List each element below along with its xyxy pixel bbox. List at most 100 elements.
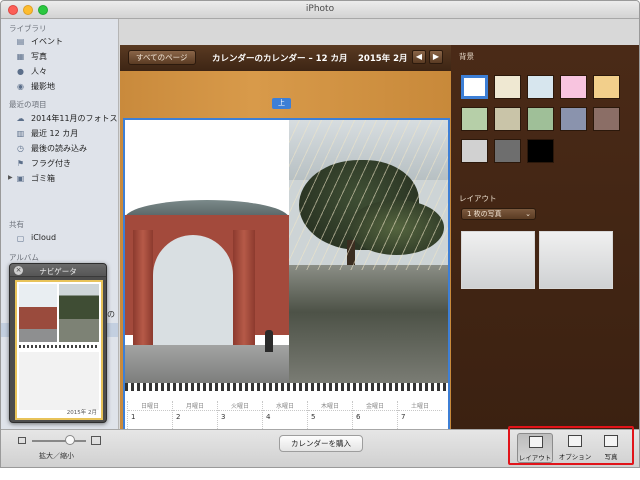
day-cell[interactable]: 火曜日 3	[217, 401, 262, 429]
layout-label: レイアウト	[459, 194, 497, 203]
day-number: 6	[356, 413, 361, 421]
buy-calendar-button[interactable]: カレンダーを購入	[279, 435, 363, 452]
sidebar-item-label: フラグ付き	[31, 159, 71, 168]
sidebar-item-label: ゴミ箱	[31, 174, 55, 183]
sidebar-item-photos[interactable]: ▦ 写真	[1, 49, 118, 63]
icloud-icon: ▢	[16, 233, 25, 243]
day-number: 7	[401, 413, 406, 421]
day-name: 木曜日	[308, 401, 352, 411]
day-cell[interactable]: 金曜日 6	[352, 401, 397, 429]
import-icon: ◷	[17, 143, 24, 153]
sidebar-item-last-12-months[interactable]: ▥ 最近 12 カ月	[1, 126, 118, 140]
zoom-slider-knob[interactable]	[65, 435, 75, 445]
sidebar-item-flagged[interactable]: ⚑ フラグ付き	[1, 156, 118, 170]
background-swatch[interactable]	[527, 75, 554, 99]
sidebar-item-trash[interactable]: ▶ ▣ ゴミ箱	[1, 171, 118, 185]
day-cell[interactable]: 日曜日 1	[127, 401, 172, 429]
chevron-down-icon: ⌄	[525, 210, 531, 218]
navigator-grid	[19, 352, 99, 410]
calendar-binding	[125, 383, 448, 391]
day-cell[interactable]: 水曜日 4	[262, 401, 307, 429]
day-cell[interactable]: 土曜日 7	[397, 401, 442, 429]
background-swatch[interactable]	[560, 107, 587, 131]
day-name: 日曜日	[128, 401, 172, 411]
day-cell[interactable]: 木曜日 5	[307, 401, 352, 429]
events-icon: ▤	[16, 36, 25, 46]
photo-sky	[125, 120, 289, 210]
background-swatch[interactable]	[461, 107, 488, 131]
background-swatch[interactable]	[527, 139, 554, 163]
layout-thumb-2[interactable]	[539, 231, 613, 289]
photo-station-gate[interactable]	[125, 120, 289, 383]
sidebar-item-label: 2014年11月のフォトス…	[31, 114, 119, 123]
layout-select[interactable]: 1 枚の写真 ⌄	[461, 208, 536, 220]
page-position-tag: 上	[272, 98, 291, 109]
background-swatch[interactable]	[494, 75, 521, 99]
disclosure-triangle-icon[interactable]: ▶	[8, 174, 13, 181]
flag-icon: ⚑	[16, 158, 25, 168]
window-title: iPhoto	[305, 4, 335, 14]
shared-header: 共有	[9, 220, 24, 229]
photo-gate-arch	[153, 235, 233, 345]
sidebar-item-label: 写真	[31, 52, 47, 61]
navigator-header: × ナビゲータ	[10, 264, 106, 277]
current-month: 2015年 2月	[358, 54, 408, 64]
day-number: 4	[266, 413, 271, 421]
calendar-title: カレンダーのカレンダー – 12 カ月	[212, 54, 348, 64]
recent-header: 最近の項目	[9, 100, 47, 109]
sidebar-item-label: イベント	[31, 37, 63, 46]
layout-thumb-1[interactable]	[461, 231, 535, 289]
next-page-button[interactable]: ▶	[429, 50, 443, 64]
calendar-page[interactable]: 日曜日 1 月曜日 2 火曜日 3 水曜日 4 木曜日 5 金曜日 6 土曜日 …	[123, 118, 450, 429]
photos-icon: ▦	[16, 51, 25, 61]
sidebar-item-label: iCloud	[31, 233, 57, 242]
day-number: 3	[221, 413, 226, 421]
background-label: 背景	[459, 52, 474, 61]
places-icon: ◉	[17, 81, 24, 91]
sidebar-item-label: 撮影地	[31, 82, 55, 91]
navigator-binding	[19, 345, 99, 348]
partial-label: の	[107, 310, 115, 319]
sidebar-item-label: 最後の読み込み	[31, 144, 87, 153]
zoom-in-icon[interactable]	[91, 436, 101, 445]
background-swatch[interactable]	[593, 107, 620, 131]
background-swatch[interactable]	[560, 75, 587, 99]
sidebar-item-label: 最近 12 カ月	[31, 129, 79, 138]
photostream-icon: ☁	[16, 113, 25, 123]
background-swatch[interactable]	[494, 107, 521, 131]
sidebar-item-last-import[interactable]: ◷ 最後の読み込み	[1, 141, 118, 155]
background-swatch[interactable]	[494, 139, 521, 163]
navigator-photo-gate	[19, 284, 57, 342]
layout-select-value: 1 枚の写真	[467, 210, 502, 218]
sidebar-item-events[interactable]: ▤ イベント	[1, 34, 118, 48]
title-bar: iPhoto	[1, 1, 639, 19]
background-swatch[interactable]	[527, 107, 554, 131]
sidebar-item-people[interactable]: ● 人々	[1, 64, 118, 78]
day-name: 金曜日	[353, 401, 397, 411]
photo-support-ropes	[289, 120, 448, 270]
navigator-panel[interactable]: × ナビゲータ 2015年 2月	[9, 263, 107, 423]
previous-page-button[interactable]: ◀	[412, 50, 426, 64]
sidebar-item-photostream[interactable]: ☁ 2014年11月のフォトス…	[1, 111, 119, 125]
day-number: 5	[311, 413, 316, 421]
all-pages-button[interactable]: すべてのページ	[128, 50, 196, 65]
sidebar-item-places[interactable]: ◉ 撮影地	[1, 79, 118, 93]
day-number: 2	[176, 413, 181, 421]
zoom-slider-track[interactable]	[32, 440, 86, 442]
sidebar-item-icloud[interactable]: ▢ iCloud	[1, 231, 118, 245]
library-header: ライブラリ	[9, 24, 47, 33]
navigator-page-preview[interactable]: 2015年 2月	[15, 280, 103, 420]
day-name: 火曜日	[218, 401, 262, 411]
day-cell[interactable]: 月曜日 2	[172, 401, 217, 429]
albums-header: アルバム	[9, 253, 39, 262]
photo-pond	[289, 265, 448, 383]
zoom-out-icon[interactable]	[18, 437, 26, 444]
background-swatch[interactable]	[461, 139, 488, 163]
photo-person	[265, 330, 273, 352]
people-icon: ●	[17, 66, 24, 76]
trash-icon: ▣	[16, 173, 25, 183]
background-swatch[interactable]	[593, 75, 620, 99]
background-swatch[interactable]	[461, 75, 488, 99]
photo-pine-tree[interactable]	[289, 120, 448, 383]
navigator-photo-tree	[59, 284, 99, 342]
